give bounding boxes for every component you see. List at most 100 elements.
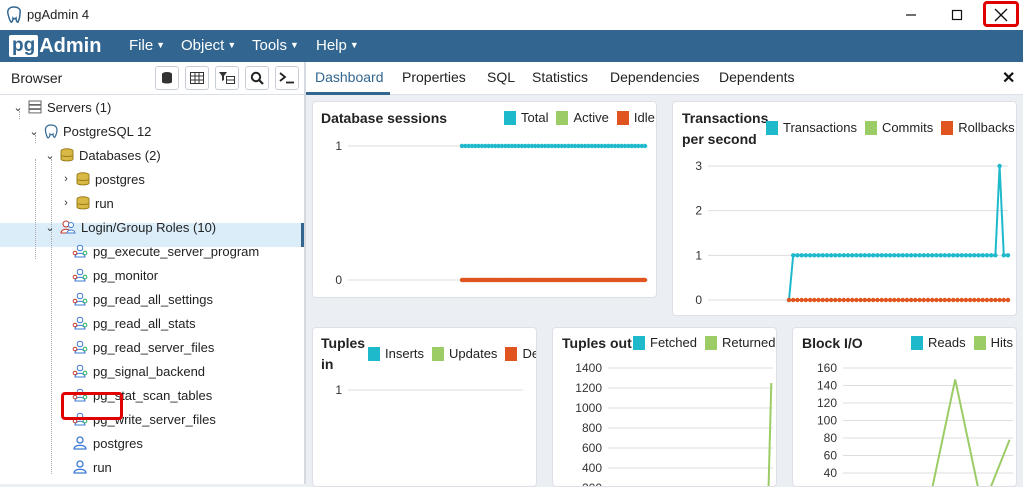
data-point — [938, 298, 942, 302]
tree-node-label: PostgreSQL 12 — [63, 124, 151, 139]
legend-swatch — [633, 336, 645, 350]
maximize-button[interactable] — [934, 0, 980, 30]
card-title: Transactions — [682, 108, 768, 128]
data-point — [955, 253, 959, 257]
legend-swatch — [617, 111, 629, 125]
minimize-button[interactable] — [888, 0, 934, 30]
data-point — [913, 253, 917, 257]
tree-node-login-role[interactable]: postgres — [72, 431, 143, 455]
data-point — [930, 298, 934, 302]
data-point — [837, 298, 841, 302]
data-point — [825, 298, 829, 302]
menu-file[interactable]: File▼ — [129, 37, 165, 54]
data-point — [795, 298, 799, 302]
data-point — [884, 253, 888, 257]
card-title: Database sessions — [321, 108, 447, 128]
data-point — [812, 298, 816, 302]
psql-tool-button[interactable] — [275, 66, 299, 90]
tree-node-label: Servers (1) — [47, 100, 111, 115]
pgadmin-logo: pgAdmin — [9, 34, 101, 58]
tab-statistics[interactable]: Statistics — [532, 69, 588, 85]
legend-swatch — [368, 347, 380, 361]
minimize-icon — [905, 9, 917, 21]
y-tick-label: 3 — [695, 159, 702, 173]
tree-node-role[interactable]: pg_read_all_stats — [72, 311, 196, 335]
chart-legend: Fetched Returned — [633, 335, 777, 350]
data-point — [825, 253, 829, 257]
legend-swatch — [941, 121, 953, 135]
y-tick-label: 140 — [817, 379, 837, 393]
tree-node-servers[interactable]: ⌄ Servers (1) — [12, 95, 111, 119]
panel-splitter[interactable] — [304, 62, 306, 484]
data-point — [850, 298, 854, 302]
tree-node-label: pg_execute_server_program — [93, 244, 259, 259]
tree-node-role[interactable]: pg_signal_backend — [72, 359, 205, 383]
filter-table-icon — [219, 72, 235, 84]
tree-node-postgresql-12[interactable]: ⌄ PostgreSQL 12 — [28, 119, 151, 143]
legend-label: Commits — [882, 120, 933, 135]
y-tick-label: 2 — [695, 204, 702, 218]
user-icon — [72, 436, 88, 450]
legend-label: Fetched — [650, 335, 697, 350]
run-role-highlight — [61, 392, 123, 420]
legend-swatch — [505, 347, 517, 361]
search-objects-button[interactable] — [245, 66, 269, 90]
tab-dependencies[interactable]: Dependencies — [610, 69, 700, 85]
data-point — [955, 298, 959, 302]
tree-node-label: postgres — [95, 172, 145, 187]
tree-node-role[interactable]: pg_monitor — [72, 263, 158, 287]
menu-tools[interactable]: Tools▼ — [252, 37, 299, 54]
view-data-button[interactable] — [185, 66, 209, 90]
data-point — [799, 253, 803, 257]
tree-node-db-postgres[interactable]: › postgres — [60, 167, 145, 191]
tab-dependents[interactable]: Dependents — [719, 69, 795, 85]
tab-sql[interactable]: SQL — [487, 69, 515, 85]
close-tab-icon[interactable]: ✕ — [1002, 68, 1015, 88]
y-tick-label: 120 — [817, 396, 837, 410]
pgadmin-elephant-icon — [6, 6, 22, 24]
query-tool-button[interactable] — [155, 66, 179, 90]
data-point — [795, 253, 799, 257]
card-title: Tuples out — [562, 333, 632, 353]
data-point — [842, 298, 846, 302]
group-role-icon — [72, 292, 88, 306]
logo-admin: Admin — [39, 35, 101, 58]
tree-node-role[interactable]: pg_read_all_settings — [72, 287, 213, 311]
chevron-down-icon: ▼ — [156, 40, 165, 50]
y-tick-label: 200 — [582, 481, 602, 487]
tree-node-role[interactable]: pg_execute_server_program — [72, 239, 259, 263]
filtered-rows-button[interactable] — [215, 66, 239, 90]
menu-object[interactable]: Object▼ — [181, 37, 236, 54]
data-point — [960, 253, 964, 257]
card-title: in — [321, 354, 333, 374]
data-point — [951, 253, 955, 257]
data-point — [993, 298, 997, 302]
data-point — [997, 164, 1001, 168]
chevron-right-icon: › — [60, 197, 72, 209]
tree-node-db-run[interactable]: › run — [60, 191, 114, 215]
y-tick-label: 0 — [335, 273, 342, 287]
y-tick-label: 60 — [824, 449, 838, 463]
menu-help[interactable]: Help▼ — [316, 37, 359, 54]
card-title: per second — [682, 129, 757, 149]
chart-legend: Inserts Updates Delete — [368, 346, 537, 361]
tab-dashboard[interactable]: Dashboard — [315, 69, 384, 85]
data-point — [909, 298, 913, 302]
user-icon — [72, 460, 88, 474]
data-point — [643, 144, 647, 148]
data-point — [854, 253, 858, 257]
data-point — [871, 253, 875, 257]
tree-node-databases[interactable]: ⌄ Databases (2) — [44, 143, 161, 167]
tree-node-label: run — [93, 460, 112, 475]
y-tick-label: 1400 — [575, 361, 602, 375]
tree-node-label: pg_signal_backend — [93, 364, 205, 379]
close-button-highlight — [983, 1, 1019, 27]
tree-node-login-group-roles[interactable]: ⌄ Login/Group Roles (10) — [44, 215, 216, 239]
data-point — [804, 298, 808, 302]
tab-properties[interactable]: Properties — [402, 69, 466, 85]
data-point — [833, 253, 837, 257]
tree-node-role[interactable]: pg_read_server_files — [72, 335, 214, 359]
tree-node-login-role-run[interactable]: run — [72, 455, 112, 479]
data-point — [858, 253, 862, 257]
data-point — [821, 298, 825, 302]
